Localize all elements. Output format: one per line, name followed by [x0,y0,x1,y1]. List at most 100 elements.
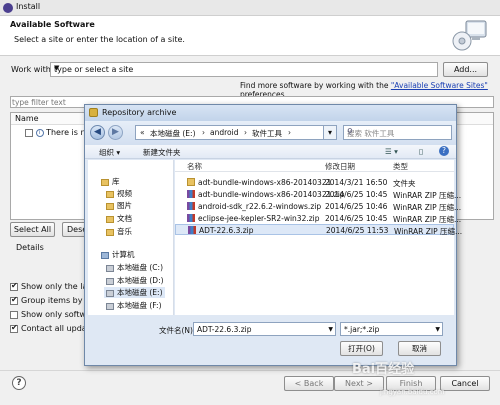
nav-item-label: 视频 [117,189,132,198]
view-options-icon[interactable]: ☰ ▾ [385,147,398,156]
nav-item-music[interactable]: 音乐 [106,226,132,237]
file-date: 2014/6/25 10:45 [325,190,388,199]
breadcrumb-android[interactable]: android [210,128,238,137]
pictures-icon [106,202,114,210]
file-type: WinRAR ZIP 压缩... [394,227,463,236]
breadcrumb-tools[interactable]: 软件工具 [252,128,282,139]
name-column-header[interactable]: 名称 [187,161,202,172]
details-label: Details [16,243,44,252]
back-arrow-icon[interactable]: ◀ [90,125,105,140]
preview-pane-icon[interactable]: ▯ [419,147,423,156]
option-checkbox[interactable] [10,310,18,319]
nav-item-drive-c[interactable]: 本地磁盘 (C:) [106,262,163,273]
nav-item-label: 本地磁盘 (E:) [117,288,163,297]
tree-row-checkbox[interactable] [25,128,33,137]
drive-icon [106,302,114,310]
option-checkbox[interactable] [10,281,18,291]
nav-item-drive-e[interactable]: 本地磁盘 (E:) [104,287,165,298]
file-date: 2014/6/25 10:45 [325,214,388,223]
documents-icon [106,215,114,223]
file-row[interactable]: adt-bundle-windows-x86-20140321 2014/3/2… [175,177,454,188]
file-name: ADT-22.6.3.zip [199,226,254,235]
file-date: 2014/6/25 11:53 [326,226,389,235]
dialog-toolbar: 组织 ▾ 新建文件夹 ☰ ▾ ▯ ? [85,145,456,159]
nav-item-pictures[interactable]: 图片 [106,200,132,211]
winrar-zip-icon [188,226,196,234]
add-site-button[interactable]: Add... [443,62,488,77]
option-checkbox[interactable] [10,323,18,333]
date-column-header[interactable]: 修改日期 [325,161,355,172]
file-name: adt-bundle-windows-x86-20140321.zip [198,190,345,199]
address-bar[interactable]: « 本地磁盘 (E:) › android › 软件工具 › [135,125,335,140]
nav-item-label: 本地磁盘 (F:) [117,301,162,310]
filename-value: ADT-22.6.3.zip [197,325,252,334]
install-banner-icon [452,20,487,51]
file-name: adt-bundle-windows-x86-20140321 [198,178,332,187]
music-icon [106,228,114,236]
filetype-select[interactable]: *.jar;*.zip ▼ [340,322,443,336]
filename-field[interactable]: ADT-22.6.3.zip ▼ [193,322,336,336]
file-row[interactable]: android-sdk_r22.6.2-windows.zip 2014/6/2… [175,201,461,212]
new-folder-button[interactable]: 新建文件夹 [143,147,181,158]
navigation-pane: 库 视频 图片 文档 音乐 计算机 本地磁盘 (C:) 本地磁盘 (D:) 本地… [88,160,174,315]
drive-icon [106,277,114,285]
filetype-value: *.jar;*.zip [344,325,380,334]
type-column-header[interactable]: 类型 [393,161,408,172]
chevron-right-icon: › [288,128,291,137]
back-button[interactable]: < Back [284,376,334,391]
file-date: 2014/3/21 16:50 [325,178,388,187]
page-title: Available Software [10,20,95,29]
page-subtitle: Select a site or enter the location of a… [14,35,185,44]
name-column-label: Name [15,114,39,123]
file-name: eclipse-jee-kepler-SR2-win32.zip [198,214,320,223]
nav-item-drive-f[interactable]: 本地磁盘 (F:) [106,300,162,311]
baidu-watermark-url: jingyan.baidu.com [380,388,445,396]
breadcrumb-overflow[interactable]: « [140,128,145,137]
file-name: android-sdk_r22.6.2-windows.zip [198,202,322,211]
dropdown-arrow-icon[interactable]: ▾ [323,125,337,140]
filename-label: 文件名(N): [159,326,196,335]
drive-icon [106,289,114,297]
forward-arrow-icon[interactable]: ▶ [108,125,123,140]
nav-item-label: 音乐 [117,227,132,236]
file-list[interactable]: 名称 修改日期 类型 adt-bundle-windows-x86-201403… [175,160,462,315]
info-icon: i [35,128,44,137]
option-checkbox[interactable] [10,295,18,305]
cancel-button[interactable]: Cancel [440,376,490,391]
video-icon [106,190,114,198]
window-titlebar: Install [0,0,500,16]
open-button[interactable]: 打开(O) [340,341,383,356]
chevron-down-icon: ▼ [54,64,60,72]
next-button[interactable]: Next > [334,376,384,391]
nav-item-video[interactable]: 视频 [106,188,132,199]
dialog-cancel-button[interactable]: 取消 [398,341,441,356]
organize-menu[interactable]: 组织 ▾ [99,147,120,158]
file-row[interactable]: adt-bundle-windows-x86-20140321.zip 2014… [175,189,461,200]
nav-item-label: 计算机 [112,250,135,259]
nav-item-documents[interactable]: 文档 [106,213,132,224]
file-row-selected[interactable]: ADT-22.6.3.zip 2014/6/25 11:53 WinRAR ZI… [175,224,462,236]
library-icon [101,178,109,186]
nav-item-label: 图片 [117,201,132,210]
nav-item-drive-d[interactable]: 本地磁盘 (D:) [106,275,164,286]
help-icon[interactable]: ? [12,376,26,390]
dialog-navbar: ◀ ▶ « 本地磁盘 (E:) › android › 软件工具 › ▾ 搜索 … [85,121,456,145]
breadcrumb-drive-e[interactable]: 本地磁盘 (E:) [150,128,196,139]
winrar-zip-icon [187,202,195,210]
help-icon[interactable]: ? [439,146,449,156]
nav-item-computer[interactable]: 计算机 [101,249,135,260]
baidu-watermark: Bai百经验 [352,362,415,377]
chevron-down-icon[interactable]: ▼ [328,326,333,333]
window-title: Install [16,2,41,11]
filter-placeholder: type filter text [12,98,66,107]
dialog-titlebar: Repository archive [85,105,456,121]
search-input[interactable]: 搜索 软件工具 ⚲ [343,125,452,140]
available-software-sites-link[interactable]: "Available Software Sites" [391,81,488,90]
winrar-zip-icon [187,214,195,222]
work-with-combo[interactable]: type or select a site ▼ [50,62,438,77]
dialog-title: Repository archive [102,108,177,117]
breadcrumb-separator: › [202,128,205,137]
nav-item-library[interactable]: 库 [101,176,120,187]
select-all-button[interactable]: Select All [10,222,55,237]
file-row[interactable]: eclipse-jee-kepler-SR2-win32.zip 2014/6/… [175,213,461,224]
